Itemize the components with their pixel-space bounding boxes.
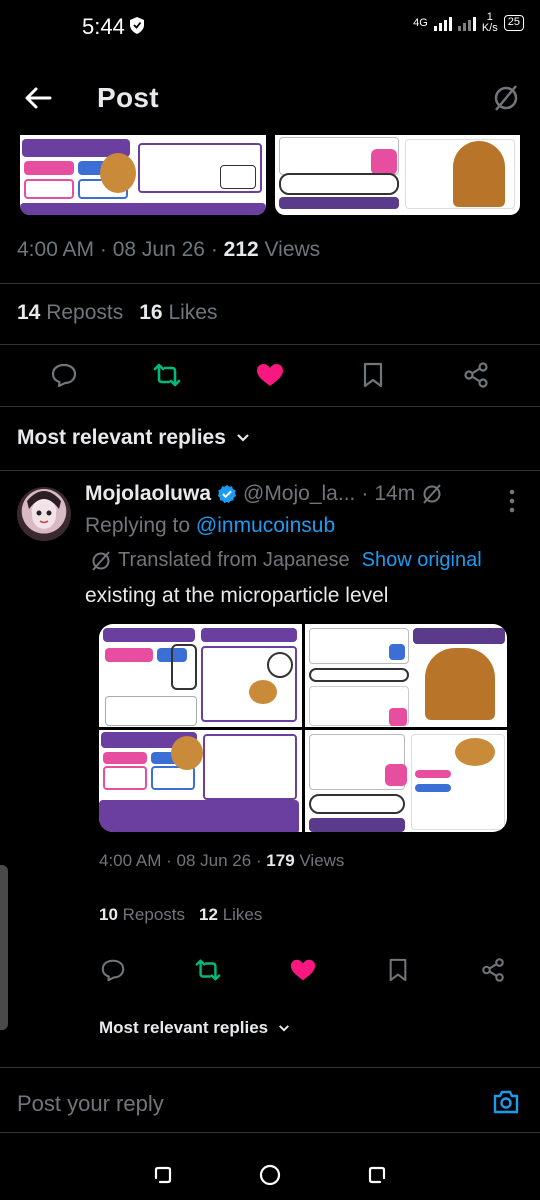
signal-icon	[433, 15, 452, 31]
back-nav-icon[interactable]	[366, 1164, 388, 1186]
camera-icon[interactable]	[492, 1089, 520, 1115]
network-speed: 1 K/s	[481, 11, 498, 34]
no-entry-icon[interactable]	[421, 483, 443, 505]
battery-indicator: 25	[503, 15, 524, 31]
post-image-right[interactable]	[275, 135, 520, 215]
reply-thread-sort-dropdown[interactable]: Most relevant replies	[99, 1018, 290, 1038]
reply-reposts-count[interactable]: 10 Reposts	[99, 905, 185, 925]
bookmark-icon	[364, 362, 383, 388]
reply-text: existing at the microparticle level	[85, 584, 389, 607]
reply-image-4[interactable]	[304, 729, 507, 832]
post-actions	[0, 360, 540, 390]
share-icon	[482, 958, 504, 982]
show-original-link[interactable]: Show original	[362, 549, 482, 572]
reply-input[interactable]: Post your reply	[17, 1091, 164, 1117]
recent-apps-icon[interactable]	[152, 1164, 174, 1186]
signal-icon-2	[457, 15, 476, 31]
like-button[interactable]	[289, 956, 317, 984]
reply-button[interactable]	[49, 360, 79, 390]
chevron-down-icon	[279, 1024, 290, 1032]
heart-icon	[256, 364, 283, 386]
divider	[0, 344, 540, 345]
reply-image-2[interactable]	[304, 624, 507, 727]
reply-stats: 10 Reposts 12 Likes	[99, 905, 262, 925]
repost-icon	[153, 363, 181, 387]
page-title: Post	[97, 82, 159, 113]
shield-icon	[130, 17, 144, 34]
like-button[interactable]	[255, 360, 285, 390]
divider	[0, 406, 540, 407]
reply-button[interactable]	[99, 956, 127, 984]
verified-badge-icon	[217, 484, 237, 504]
heart-icon	[290, 959, 316, 981]
repost-button[interactable]	[194, 956, 222, 984]
comment-icon	[51, 363, 76, 388]
status-indicators: 4G 1 K/s 25	[413, 12, 524, 34]
share-button[interactable]	[461, 360, 491, 390]
replying-to: Replying to @inmucoinsub	[85, 514, 336, 537]
reposts-count[interactable]: 14 Reposts	[17, 301, 123, 325]
repost-button[interactable]	[152, 360, 182, 390]
share-icon	[464, 362, 488, 388]
reply-author-handle[interactable]: @Mojo_la...	[243, 482, 355, 506]
avatar[interactable]	[17, 487, 71, 541]
share-button[interactable]	[479, 956, 507, 984]
more-options-icon[interactable]	[508, 488, 516, 514]
edge-panel-handle[interactable]	[0, 865, 8, 1030]
chevron-down-icon	[237, 434, 249, 442]
reply-meta: 4:00 AM · 08 Jun 26 · 179 Views	[99, 851, 345, 870]
divider	[0, 283, 540, 284]
replies-sort-dropdown[interactable]: Most relevant replies	[17, 426, 250, 450]
translate-icon	[92, 550, 110, 571]
post-image-left[interactable]	[20, 135, 266, 215]
reply-likes-count[interactable]: 12 Likes	[199, 905, 262, 925]
translation-notice: Translated from Japanese Show original	[90, 549, 482, 572]
comment-icon	[101, 959, 125, 982]
post-stats: 14 Reposts 16 Likes	[17, 301, 217, 325]
reply-age: 14m	[374, 482, 416, 505]
system-nav-bar	[0, 1150, 540, 1200]
divider	[0, 1132, 540, 1133]
reply-actions	[99, 956, 507, 984]
divider	[0, 470, 540, 471]
back-arrow-icon[interactable]	[24, 86, 52, 110]
bookmark-button[interactable]	[384, 956, 412, 984]
network-type: 4G	[413, 17, 428, 29]
avatar-image	[27, 491, 61, 529]
sort-label: Most relevant replies	[17, 426, 226, 449]
bookmark-button[interactable]	[358, 360, 388, 390]
sort-label: Most relevant replies	[99, 1018, 269, 1037]
post-meta: 4:00 AM · 08 Jun 26 · 212 Views	[17, 238, 321, 261]
bookmark-icon	[389, 958, 407, 982]
reply-image-3[interactable]	[99, 729, 302, 832]
divider	[0, 1067, 540, 1068]
status-time: 5:44	[82, 14, 125, 39]
reply-image-1[interactable]	[99, 624, 302, 727]
replying-to-handle[interactable]: @inmucoinsub	[196, 514, 335, 537]
home-icon[interactable]	[258, 1163, 282, 1187]
no-entry-icon[interactable]	[492, 84, 520, 112]
reply-author-name[interactable]: Mojolaoluwa	[85, 482, 211, 506]
likes-count[interactable]: 16 Likes	[139, 301, 217, 325]
reply-image-grid	[99, 624, 507, 832]
repost-icon	[195, 959, 221, 981]
reply-header: Mojolaoluwa @Mojo_la... · 14m	[85, 482, 443, 506]
